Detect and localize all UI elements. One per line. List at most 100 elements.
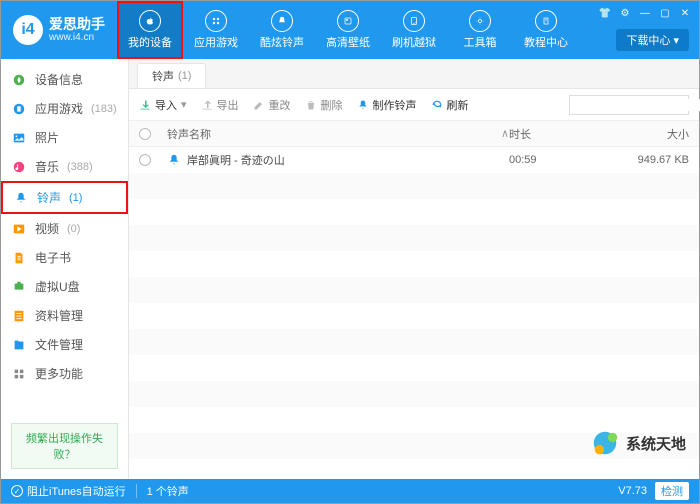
export-button[interactable]: 导出 — [201, 97, 239, 113]
nav-label: 我的设备 — [128, 34, 172, 50]
search-input[interactable] — [574, 99, 700, 111]
sidebar-item-4[interactable]: 铃声(1) — [1, 181, 128, 214]
table-row-empty — [129, 173, 699, 199]
sidebar-icon — [11, 159, 27, 175]
table-row-empty — [129, 277, 699, 303]
bell-icon — [357, 99, 369, 111]
sidebar-item-9[interactable]: 文件管理 — [1, 330, 128, 359]
export-icon — [201, 99, 213, 111]
ringtones-icon — [271, 10, 293, 32]
nav-wallpapers[interactable]: 高清壁纸 — [315, 1, 381, 59]
column-duration[interactable]: 时长 — [509, 126, 609, 142]
nav-ringtones[interactable]: 酷炫铃声 — [249, 1, 315, 59]
nav-tutorial[interactable]: 教程中心 — [513, 1, 579, 59]
nav-jailbreak[interactable]: 刷机越狱 — [381, 1, 447, 59]
sidebar-icon — [11, 366, 27, 382]
sidebar-item-count: (0) — [67, 223, 80, 235]
sidebar-item-label: 资料管理 — [35, 307, 83, 324]
nav-label: 酷炫铃声 — [260, 34, 304, 50]
sidebar-icon — [11, 130, 27, 146]
column-size[interactable]: 大小 — [609, 126, 689, 142]
table-row-empty — [129, 251, 699, 277]
close-button[interactable]: ✕ — [679, 7, 691, 19]
row-size: 949.67 KB — [609, 154, 689, 166]
table-row-empty — [129, 355, 699, 381]
sidebar-item-label: 更多功能 — [35, 365, 83, 382]
sort-icon: ∧ — [501, 127, 509, 140]
nav-tools[interactable]: 工具箱 — [447, 1, 513, 59]
delete-icon — [305, 99, 317, 111]
statusbar: 阻止iTunes自动运行 1 个铃声 V7.73 检测 — [1, 479, 699, 503]
table-row-empty — [129, 381, 699, 407]
check-update-button[interactable]: 检测 — [655, 482, 689, 500]
maximize-button[interactable]: ▢ — [659, 7, 671, 19]
nav-apps[interactable]: 应用游戏 — [183, 1, 249, 59]
sidebar-item-5[interactable]: 视频(0) — [1, 214, 128, 243]
nav-label: 刷机越狱 — [392, 34, 436, 50]
tab-label: 铃声 — [152, 68, 174, 84]
rename-icon — [253, 99, 265, 111]
sidebar-item-label: 音乐 — [35, 158, 59, 175]
tools-icon — [469, 10, 491, 32]
table-row-empty — [129, 199, 699, 225]
sidebar-item-2[interactable]: 照片 — [1, 123, 128, 152]
window-controls: 👕 ⚙ — ▢ ✕ — [599, 7, 691, 19]
sidebar-icon — [11, 72, 27, 88]
sidebar-icon — [11, 279, 27, 295]
sidebar-icon — [11, 250, 27, 266]
sidebar-icon — [11, 221, 27, 237]
app-site: www.i4.cn — [49, 32, 105, 43]
logo-icon: i4 — [13, 15, 43, 45]
refresh-button[interactable]: 刷新 — [431, 97, 469, 113]
sidebar-item-count: (1) — [69, 192, 82, 204]
device-icon — [139, 10, 161, 32]
sidebar-item-label: 虚拟U盘 — [35, 278, 80, 295]
header: i4 爱思助手 www.i4.cn 我的设备 应用游戏 酷炫铃声高清壁纸刷机越狱工具… — [1, 1, 699, 59]
sidebar-item-3[interactable]: 音乐(388) — [1, 152, 128, 181]
table-body: 岸部眞明 - 奇迹の山 00:59 949.67 KB — [129, 147, 699, 479]
make-ringtone-button[interactable]: 制作铃声 — [357, 97, 417, 113]
sidebar-item-label: 设备信息 — [35, 71, 83, 88]
download-center-button[interactable]: 下载中心 ▾ — [616, 29, 689, 51]
sidebar-item-7[interactable]: 虚拟U盘 — [1, 272, 128, 301]
sidebar-item-0[interactable]: 设备信息 — [1, 65, 128, 94]
check-icon — [11, 485, 23, 497]
tab-count: (1) — [178, 70, 191, 82]
nav-device[interactable]: 我的设备 — [117, 1, 183, 59]
nav-label: 教程中心 — [524, 34, 568, 50]
block-itunes-toggle[interactable]: 阻止iTunes自动运行 — [11, 483, 126, 499]
sidebar-help-link[interactable]: 频繁出现操作失败？ — [11, 423, 118, 469]
refresh-icon — [431, 99, 443, 111]
search-box[interactable] — [569, 95, 689, 115]
column-name[interactable]: 铃声名称 ∧ — [161, 126, 509, 142]
delete-button[interactable]: 删除 — [305, 97, 343, 113]
app-logo: i4 爱思助手 www.i4.cn — [1, 15, 117, 45]
sidebar-item-label: 电子书 — [35, 249, 71, 266]
wallpapers-icon — [337, 10, 359, 32]
select-all-checkbox[interactable] — [139, 128, 151, 140]
sidebar-item-6[interactable]: 电子书 — [1, 243, 128, 272]
minimize-button[interactable]: — — [639, 7, 651, 19]
row-duration: 00:59 — [509, 154, 609, 166]
tab-ringtones[interactable]: 铃声 (1) — [137, 63, 206, 88]
bell-icon — [167, 153, 181, 167]
table-row[interactable]: 岸部眞明 - 奇迹の山 00:59 949.67 KB — [129, 147, 699, 173]
table-row-empty — [129, 329, 699, 355]
sidebar-item-label: 文件管理 — [35, 336, 83, 353]
sidebar-item-1[interactable]: 应用游戏(183) — [1, 94, 128, 123]
row-name: 岸部眞明 - 奇迹の山 — [187, 152, 285, 168]
row-checkbox[interactable] — [139, 154, 151, 166]
sidebar-icon — [11, 337, 27, 353]
table-row-empty — [129, 303, 699, 329]
sidebar-item-8[interactable]: 资料管理 — [1, 301, 128, 330]
settings-icon[interactable]: ⚙ — [619, 7, 631, 19]
sidebar-icon — [11, 101, 27, 117]
import-button[interactable]: 导入▾ — [139, 97, 187, 113]
rename-button[interactable]: 重改 — [253, 97, 291, 113]
skin-icon[interactable]: 👕 — [599, 7, 611, 19]
table-row-empty — [129, 433, 699, 459]
version-label: V7.73 — [618, 485, 647, 497]
nav-label: 应用游戏 — [194, 34, 238, 50]
table-row-empty — [129, 407, 699, 433]
sidebar-item-10[interactable]: 更多功能 — [1, 359, 128, 388]
